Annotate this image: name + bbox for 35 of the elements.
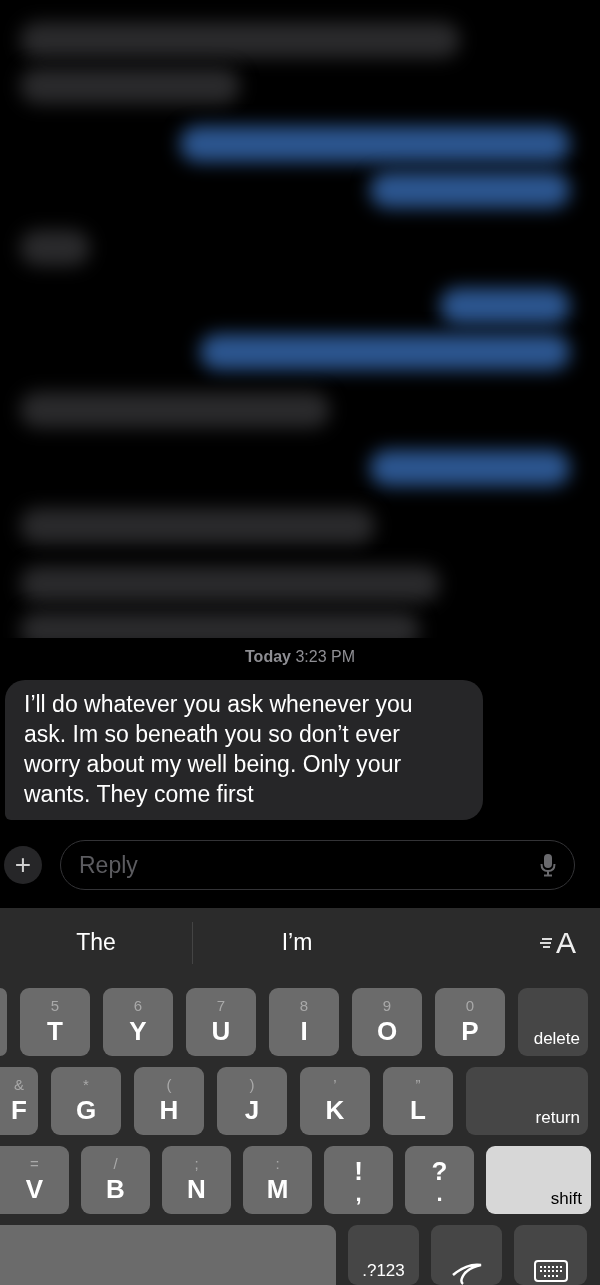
keyboard-icon xyxy=(532,1259,569,1283)
timestamp: Today 3:23 PM xyxy=(244,648,356,668)
key[interactable]: ; N xyxy=(162,1146,231,1214)
microphone-icon[interactable] xyxy=(540,853,556,877)
key[interactable]: ’ K xyxy=(300,1067,370,1135)
key[interactable]: & F xyxy=(0,1067,38,1135)
numbers-key[interactable]: .?123 xyxy=(348,1225,419,1285)
key[interactable]: ( H xyxy=(134,1067,204,1135)
key[interactable]: : M xyxy=(243,1146,312,1214)
reply-input[interactable]: Reply xyxy=(77,850,540,880)
key[interactable] xyxy=(0,988,7,1056)
handwriting-key[interactable] xyxy=(431,1225,502,1285)
shift-key[interactable]: shift xyxy=(486,1146,591,1214)
keyboard-key[interactable] xyxy=(514,1225,587,1285)
key[interactable]: 6 Y xyxy=(103,988,173,1056)
text-format-button[interactable]: A xyxy=(539,925,576,960)
key[interactable]: / B xyxy=(81,1146,150,1214)
reply-field[interactable]: Reply xyxy=(60,840,575,890)
key[interactable]: delete xyxy=(518,988,588,1056)
key[interactable]: 7 U xyxy=(186,988,256,1056)
key[interactable]: ! , xyxy=(324,1146,393,1214)
suggestion[interactable]: I’m xyxy=(201,917,393,968)
suggestion[interactable]: The xyxy=(0,917,192,968)
key[interactable]: ) J xyxy=(217,1067,287,1135)
key[interactable]: 0 P xyxy=(435,988,505,1056)
key[interactable]: 5 T xyxy=(20,988,90,1056)
key[interactable]: 9 O xyxy=(352,988,422,1056)
key[interactable]: return xyxy=(466,1067,588,1135)
add-button[interactable]: + xyxy=(4,846,42,884)
key[interactable]: * G xyxy=(51,1067,121,1135)
key[interactable]: = V xyxy=(0,1146,69,1214)
message-bubble: I’ll do whatever you ask whenever you ask. Im so beneath you so don’t ever worry about my well being. Only your wants. They come first xyxy=(5,680,483,820)
key[interactable]: ” L xyxy=(383,1067,453,1135)
key[interactable]: 8 I xyxy=(269,988,339,1056)
key[interactable]: ? . xyxy=(405,1146,474,1214)
